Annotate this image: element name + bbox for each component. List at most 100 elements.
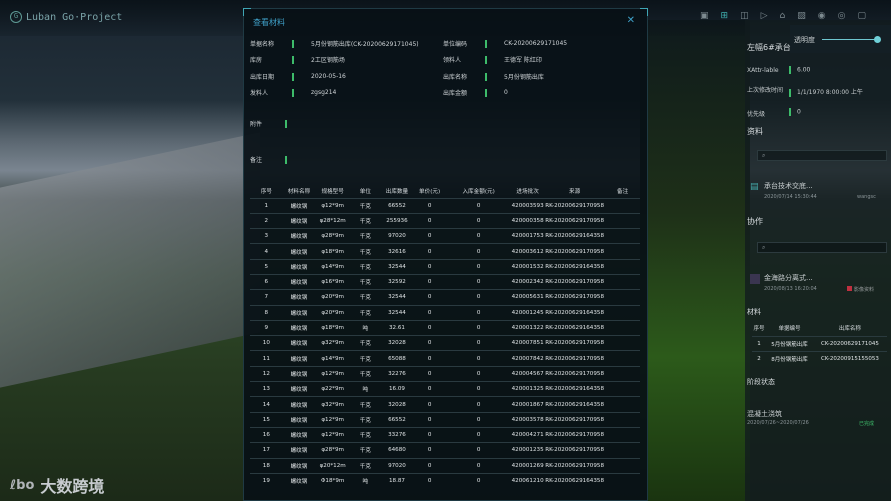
table-cell: 千克 [350,350,381,367]
table-cell: 420001235 [511,442,544,459]
table-cell: RK-20200629164358 [543,381,606,397]
table-row[interactable]: 6 螺纹钢 φ16*9m 千克 32592 0 0 420002342 RK-202006291… [250,273,640,290]
table-row[interactable]: 10 螺纹钢 φ32*9m 千克 32028 0 0 420007851 RK-20200629… [250,335,640,351]
info-field: 库房 2工区钢筋场 [250,55,345,64]
table-cell: 6 [250,273,283,290]
cell: CK-20200629171045 [812,335,887,351]
table-row[interactable]: 19 螺纹钢 Φ18*9m 吨 18.87 0 0 420061210 RK-202006291… [250,472,640,489]
table-cell: 0 [445,396,512,413]
close-icon[interactable]: ✕ [627,15,635,26]
table-cell: RK-20200629170958 [543,350,606,367]
info-field: 单据名称 5月份钢筋出库(CK-20200629171045) [250,39,419,48]
table-row[interactable]: 8 螺纹钢 φ20*9m 千克 32544 0 0 420001245 RK-202006291… [250,304,640,321]
collab-title: 协作 [747,217,763,226]
table-cell: 0 [413,335,446,351]
table-row[interactable]: 16 螺纹钢 φ12*9m 千克 33276 0 0 420004271 RK-20200629… [250,426,640,443]
column-header: 材料名称 [287,189,311,196]
cell: 8月份钢筋出库 [766,350,813,366]
column-header: 备注 [617,189,629,196]
table-row[interactable]: 4 螺纹钢 φ18*9m 千克 32616 0 0 420003612 RK-202006291… [250,243,640,260]
opacity-slider-handle[interactable] [874,36,881,43]
table-cell: 8 [250,304,283,321]
table-cell: 420001867 [511,396,544,413]
table-cell: 千克 [350,442,381,459]
field-label: 库房 [250,57,263,64]
table-cell: 65088 [380,350,414,367]
opacity-slider[interactable] [822,39,877,40]
cell: 2 [752,350,767,366]
table-cell: 0 [445,350,512,367]
table-row[interactable]: 1 螺纹钢 φ12*9m 千克 66552 0 0 420003593 RK-202006291… [250,197,640,214]
collab-name[interactable]: 金海路分离式... [764,273,813,283]
docs-search-input[interactable]: ⌕ [757,150,887,161]
field-divider [292,39,294,48]
table-cell [605,472,640,489]
table-cell: 3 [250,228,283,244]
table-cell: 吨 [350,472,381,489]
table-cell: RK-20200629170958 [543,442,606,459]
table-cell: 18 [250,457,283,474]
field-value: 5月份钢筋出库(CK-20200629171045) [311,41,419,48]
table-cell: φ28*9m [315,442,351,459]
table-cell: 螺纹钢 [282,273,316,290]
column-header: 来源 [568,189,581,196]
table-row[interactable]: 14 螺纹钢 φ32*9m 千克 32028 0 0 420001867 RK-20200629… [250,396,640,413]
prop-value: 1/1/1970 8:00:00 上午 [797,89,863,96]
table-cell: RK-20200629170958 [543,411,606,428]
table-row[interactable]: 13 螺纹钢 φ22*9m 吨 16.09 0 0 420001325 RK-202006291… [250,381,640,397]
table-cell: φ12*9m [315,426,351,443]
table-row[interactable]: 12 螺纹钢 φ12*9m 千克 32276 0 0 420004567 RK-20200629… [250,365,640,382]
table-row[interactable]: 11 螺纹钢 φ14*9m 千克 65088 0 0 420007842 RK-20200629… [250,350,640,367]
table-cell: 16.09 [380,381,414,397]
collab-tag: 影像资料 [854,287,875,293]
table-cell: 32544 [380,289,414,306]
table-cell: 1 [250,197,283,214]
scene-road [0,132,260,388]
tag-icon [847,286,852,291]
prop-value: 6.00 [797,66,811,74]
table-row[interactable]: 9 螺纹钢 φ18*9m 吨 32.61 0 0 420001322 RK-2020062916… [250,319,640,336]
table-row[interactable]: 5 螺纹钢 φ14*9m 千克 32544 0 0 420001532 RK-202006291… [250,258,640,275]
doc-user: wangsc [857,194,876,200]
doc-name[interactable]: 承台技术交底... [764,181,813,191]
table-cell: 0 [445,243,512,260]
table-cell: 0 [445,365,512,382]
table-cell: φ12*9m [315,411,351,428]
table-row[interactable]: 15 螺纹钢 φ12*9m 千克 66552 0 0 420003578 RK-20200629… [250,411,640,428]
table-cell: 螺纹钢 [282,396,316,413]
field-divider [485,72,487,81]
table-cell: 0 [413,396,446,413]
table-cell: 420001753 [511,228,544,244]
measure-icon[interactable]: ⊞ [721,11,729,21]
field-label: 发料人 [250,90,269,97]
collab-search-input[interactable]: ⌕ [757,242,887,253]
table-cell: 9 [250,319,283,336]
table-row[interactable]: 2 8月份钢筋出库 CK-20200915155053 [752,350,887,366]
table-cell: 7 [250,289,283,306]
table-cell: 螺纹钢 [282,243,316,260]
field-label: 出库日期 [250,74,275,81]
table-row[interactable]: 2 螺纹钢 φ28*12m 千克 255936 0 0 420000358 RK-2020062… [250,212,640,229]
table-row[interactable]: 18 螺纹钢 φ20*12m 千克 97020 0 0 420001269 RK-2020062… [250,457,640,474]
table-cell: 420003578 [511,411,544,428]
table-cell: RK-20200629164358 [543,396,606,413]
table-row[interactable]: 1 5月份钢筋出库 CK-20200629171045 [752,335,887,351]
table-cell: 0 [445,426,512,443]
table-cell [605,350,640,367]
table-cell: 0 [445,258,512,275]
table-cell: 螺纹钢 [282,411,316,428]
prop-label: XAttr-lable [747,67,779,74]
select-icon[interactable]: ▣ [700,11,709,21]
stage-range: 2020/07/26~2020/07/26 [747,420,809,426]
table-row[interactable]: 3 螺纹钢 φ28*9m 千克 97020 0 0 420001753 RK-202006291… [250,228,640,244]
prop-value: 0 [797,108,801,116]
logo-icon: G [10,11,22,23]
table-cell: RK-20200629170958 [543,273,606,290]
stage-title: 阶段状态 [747,378,775,386]
table-cell: 32276 [380,365,414,382]
table-cell: 420000358 [511,212,544,229]
table-row[interactable]: 17 螺纹钢 φ28*9m 千克 64680 0 0 420001235 RK-20200629… [250,442,640,459]
table-cell: 32028 [380,396,414,413]
table-row[interactable]: 7 螺纹钢 φ20*9m 千克 32544 0 0 420005631 RK-202006291… [250,289,640,306]
table-cell: 0 [413,457,446,474]
